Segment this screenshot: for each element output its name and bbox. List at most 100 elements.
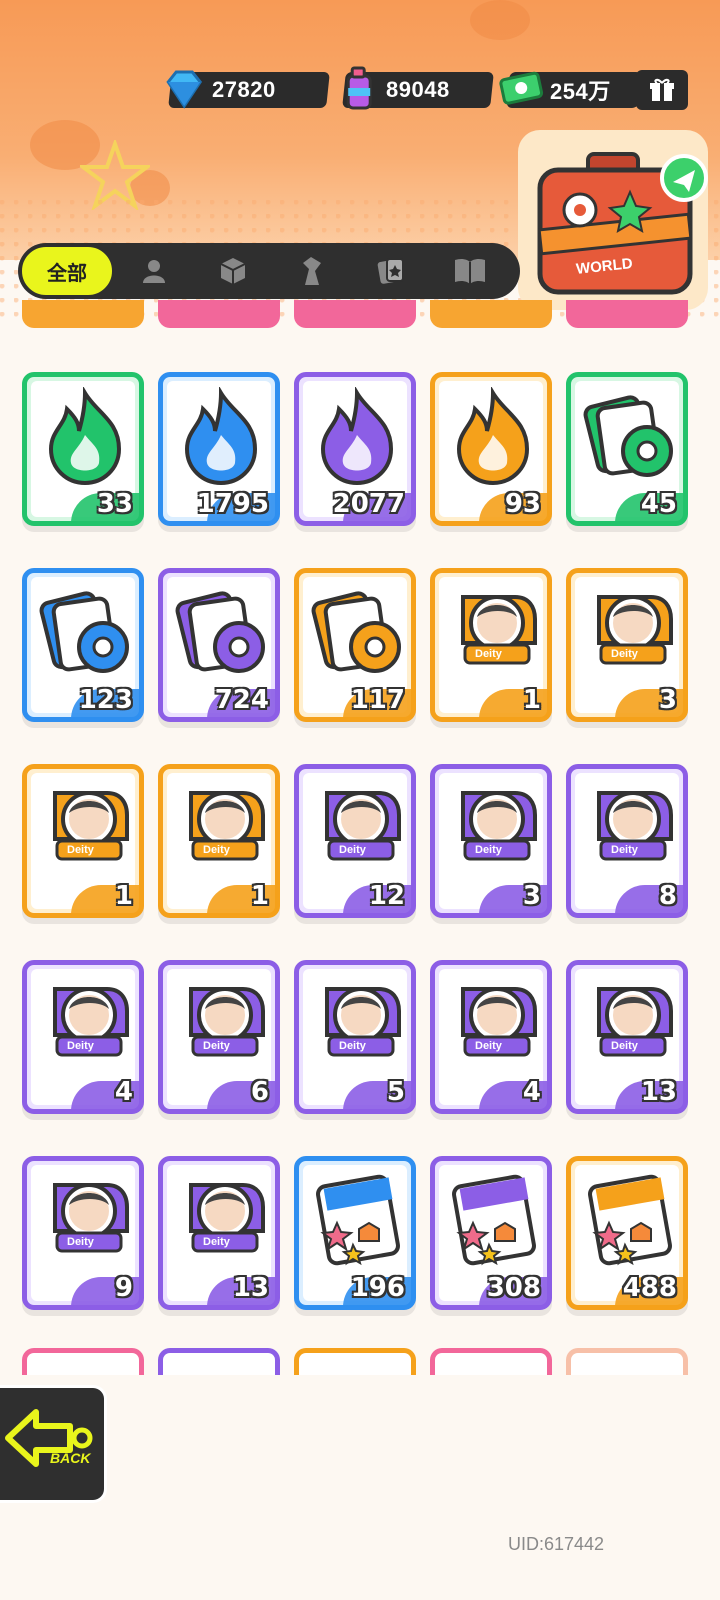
inventory-item-deity-badge-6[interactable]: 3 Deity bbox=[430, 764, 552, 918]
spray-counter[interactable]: 89048 bbox=[342, 66, 494, 110]
tab-figures[interactable] bbox=[272, 243, 351, 299]
inventory-item-deity-badge-8[interactable]: 4 Deity bbox=[22, 960, 144, 1114]
deity-label: Deity bbox=[339, 844, 366, 856]
inventory-item-deity-badge-1[interactable]: 1 Deity bbox=[430, 568, 552, 722]
deity-badge-icon bbox=[597, 791, 673, 861]
deity-label: Deity bbox=[611, 1040, 638, 1052]
book-icon bbox=[454, 258, 485, 284]
flame-icon bbox=[456, 387, 530, 486]
gem-counter[interactable]: 27820 bbox=[166, 70, 330, 109]
partial-item bbox=[566, 1348, 688, 1375]
inventory-item-deity-badge-13[interactable]: 9 Deity bbox=[22, 1156, 144, 1310]
partial-item bbox=[158, 1348, 280, 1375]
deity-label: Deity bbox=[203, 844, 230, 856]
back-arrow-icon bbox=[5, 1409, 93, 1467]
cash-count: 254万 bbox=[550, 79, 611, 104]
inventory-item-green-flame[interactable]: 33 bbox=[22, 372, 144, 526]
inventory-item-deity-badge-2[interactable]: 3 Deity bbox=[566, 568, 688, 722]
tab-boxes[interactable] bbox=[193, 243, 272, 299]
deity-badge-icon bbox=[189, 987, 265, 1057]
item-quantity: 8 bbox=[658, 881, 677, 911]
sticker-pack-icon bbox=[588, 1174, 672, 1266]
inventory-item-deity-badge-3[interactable]: 1 Deity bbox=[22, 764, 144, 918]
tab-characters[interactable] bbox=[114, 243, 193, 299]
shop-button[interactable] bbox=[636, 70, 688, 110]
item-quantity: 4 bbox=[114, 1077, 133, 1107]
inventory-item-gold-card-roll[interactable]: 117 bbox=[294, 568, 416, 722]
inventory-item-blue-flame[interactable]: 1795 bbox=[158, 372, 280, 526]
card-roll-icon bbox=[583, 395, 673, 477]
star-doodle-icon bbox=[80, 140, 150, 210]
inventory-item-deity-badge-12[interactable]: 13 Deity bbox=[566, 960, 688, 1114]
partial-item bbox=[158, 300, 280, 328]
deity-badge-icon bbox=[461, 987, 537, 1057]
deity-label: Deity bbox=[67, 1236, 94, 1248]
spray-count: 89048 bbox=[386, 77, 450, 102]
inventory-item-purple-sticker-pack[interactable]: 308 bbox=[430, 1156, 552, 1310]
item-quantity: 45 bbox=[640, 489, 677, 519]
item-quantity: 1 bbox=[250, 881, 269, 911]
item-quantity: 12 bbox=[368, 881, 405, 911]
inventory-item-deity-badge-4[interactable]: 1 Deity bbox=[158, 764, 280, 918]
partial-item bbox=[566, 300, 688, 328]
inventory-item-purple-flame[interactable]: 2077 bbox=[294, 372, 416, 526]
inventory-item-deity-badge-10[interactable]: 5 Deity bbox=[294, 960, 416, 1114]
item-quantity: 5 bbox=[386, 1077, 405, 1107]
inventory-grid: 33 1795 2077 93 45 123 724 117 1 Deity 3 Deity 1 Deit… bbox=[0, 300, 720, 1375]
world-button[interactable]: WORLD bbox=[518, 130, 708, 310]
item-quantity: 9 bbox=[114, 1273, 133, 1303]
deity-label: Deity bbox=[203, 1040, 230, 1052]
inventory-item-deity-badge-5[interactable]: 12 Deity bbox=[294, 764, 416, 918]
item-quantity: 123 bbox=[78, 685, 133, 715]
back-button[interactable]: BACK bbox=[0, 1385, 107, 1503]
back-label: BACK bbox=[50, 1450, 91, 1466]
card-roll-icon bbox=[39, 591, 129, 673]
item-quantity: 13 bbox=[232, 1273, 269, 1303]
partial-item bbox=[294, 1348, 416, 1375]
inventory-item-deity-badge-11[interactable]: 4 Deity bbox=[430, 960, 552, 1114]
item-quantity: 1795 bbox=[196, 489, 269, 519]
box-icon bbox=[220, 258, 245, 284]
deity-label: Deity bbox=[611, 844, 638, 856]
deity-badge-icon bbox=[189, 1183, 265, 1253]
deity-badge-icon bbox=[597, 987, 673, 1057]
paint-splash bbox=[470, 0, 530, 40]
flame-icon bbox=[48, 387, 122, 486]
deity-badge-icon bbox=[461, 791, 537, 861]
deity-badge-icon bbox=[189, 791, 265, 861]
inventory-item-deity-badge-14[interactable]: 13 Deity bbox=[158, 1156, 280, 1310]
item-quantity: 308 bbox=[486, 1273, 541, 1303]
user-id: UID:617442 bbox=[508, 1534, 605, 1554]
inventory-item-green-card-roll[interactable]: 45 bbox=[566, 372, 688, 526]
item-quantity: 3 bbox=[522, 881, 541, 911]
tab-all[interactable]: 全部 bbox=[20, 245, 114, 297]
tab-books[interactable] bbox=[430, 243, 509, 299]
diamond-icon bbox=[166, 70, 203, 109]
inventory-item-gold-sticker-pack[interactable]: 488 bbox=[566, 1156, 688, 1310]
inventory-item-orange-flame[interactable]: 93 bbox=[430, 372, 552, 526]
item-quantity: 33 bbox=[96, 489, 133, 519]
person-icon bbox=[142, 260, 165, 283]
inventory-item-deity-badge-7[interactable]: 8 Deity bbox=[566, 764, 688, 918]
cash-icon bbox=[499, 71, 544, 105]
deity-label: Deity bbox=[67, 844, 94, 856]
item-quantity: 1 bbox=[114, 881, 133, 911]
item-quantity: 117 bbox=[350, 685, 405, 715]
flame-icon bbox=[320, 387, 394, 486]
inventory-item-purple-card-roll[interactable]: 724 bbox=[158, 568, 280, 722]
item-quantity: 196 bbox=[350, 1273, 405, 1303]
figure-icon bbox=[302, 257, 321, 285]
item-quantity: 4 bbox=[522, 1077, 541, 1107]
item-quantity: 2077 bbox=[332, 489, 405, 519]
cash-counter[interactable]: 254万 bbox=[499, 71, 642, 108]
item-quantity: 6 bbox=[250, 1077, 269, 1107]
inventory-item-blue-card-roll[interactable]: 123 bbox=[22, 568, 144, 722]
card-roll-icon bbox=[175, 591, 265, 673]
inventory-item-deity-badge-9[interactable]: 6 Deity bbox=[158, 960, 280, 1114]
currency-bar: 27820 89048 254万 bbox=[166, 66, 642, 110]
deity-label: Deity bbox=[475, 1040, 502, 1052]
inventory-item-blue-sticker-pack[interactable]: 196 bbox=[294, 1156, 416, 1310]
tab-cards[interactable] bbox=[351, 243, 430, 299]
deity-badge-icon bbox=[53, 791, 129, 861]
item-quantity: 3 bbox=[658, 685, 677, 715]
